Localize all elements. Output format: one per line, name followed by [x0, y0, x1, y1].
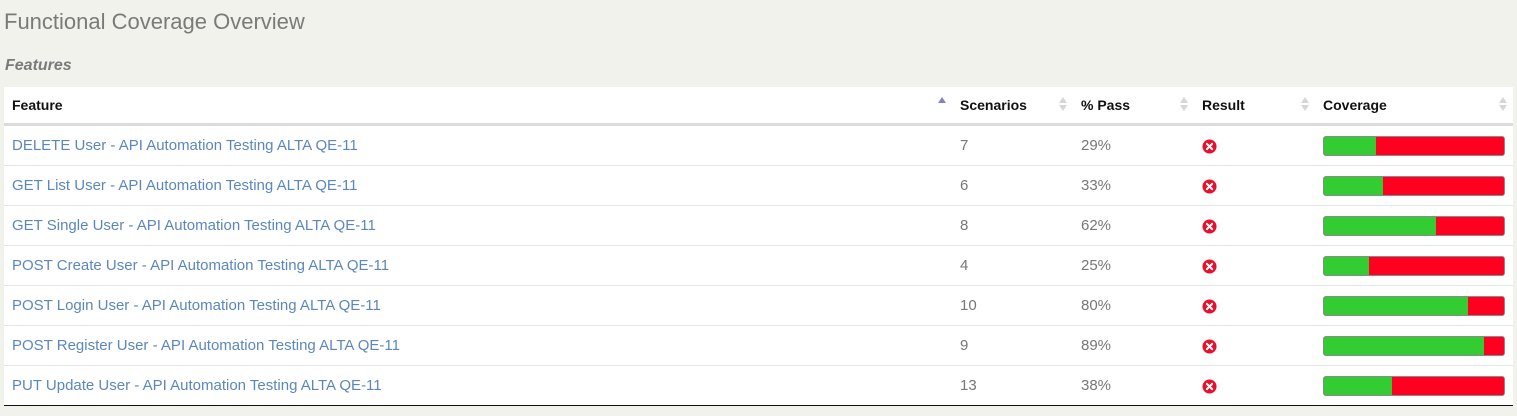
scenarios-cell: 4 [952, 245, 1073, 286]
feature-link[interactable]: DELETE User - API Automation Testing ALT… [12, 137, 358, 154]
feature-cell: GET Single User - API Automation Testing… [4, 205, 952, 246]
error-circle-icon [1202, 379, 1217, 394]
coverage-bar-fail [1392, 376, 1504, 395]
coverage-bar-pass [1324, 296, 1468, 315]
column-header-feature-label: Feature [12, 97, 63, 113]
column-header-result[interactable]: Result [1194, 87, 1315, 126]
result-cell [1194, 325, 1315, 366]
coverage-bar-fail [1484, 336, 1504, 355]
pass-percent-cell: 33% [1073, 165, 1194, 206]
sort-icon [1180, 96, 1188, 112]
feature-cell: POST Register User - API Automation Test… [4, 325, 952, 366]
table-header-row: Feature Scenarios % Pass Result Coverage [4, 87, 1513, 126]
column-header-scenarios[interactable]: Scenarios [952, 87, 1073, 126]
coverage-bar [1323, 255, 1505, 276]
table-row: POST Login User - API Automation Testing… [4, 285, 1513, 326]
scenarios-cell: 6 [952, 165, 1073, 206]
scenarios-cell: 10 [952, 285, 1073, 326]
error-circle-icon [1202, 259, 1217, 274]
sort-ascending-icon [938, 96, 946, 112]
scenarios-cell: 9 [952, 325, 1073, 366]
feature-link[interactable]: POST Create User - API Automation Testin… [12, 257, 389, 274]
pass-percent-cell: 62% [1073, 205, 1194, 246]
column-header-pass[interactable]: % Pass [1073, 87, 1194, 126]
page-title: Functional Coverage Overview [4, 9, 305, 34]
coverage-bar-fail [1435, 216, 1504, 235]
column-header-pass-label: % Pass [1081, 97, 1131, 113]
error-circle-icon [1202, 139, 1217, 154]
coverage-bar-pass [1324, 336, 1485, 355]
coverage-bar [1323, 375, 1505, 396]
pass-percent-cell: 25% [1073, 245, 1194, 286]
coverage-cell [1315, 285, 1513, 326]
column-header-result-label: Result [1202, 97, 1245, 113]
table-row: GET Single User - API Automation Testing… [4, 205, 1513, 246]
error-circle-icon [1202, 299, 1217, 314]
table-row: GET List User - API Automation Testing A… [4, 165, 1513, 206]
feature-cell: DELETE User - API Automation Testing ALT… [4, 125, 952, 166]
table-row: POST Create User - API Automation Testin… [4, 245, 1513, 286]
coverage-bar-pass [1324, 256, 1369, 275]
coverage-cell [1315, 165, 1513, 206]
table-row: DELETE User - API Automation Testing ALT… [4, 125, 1513, 166]
coverage-cell [1315, 325, 1513, 366]
column-header-scenarios-label: Scenarios [960, 97, 1027, 113]
coverage-bar-fail [1369, 256, 1504, 275]
feature-link[interactable]: PUT Update User - API Automation Testing… [12, 377, 382, 394]
result-cell [1194, 285, 1315, 326]
coverage-bar-pass [1324, 176, 1384, 195]
coverage-bar [1323, 295, 1505, 316]
result-cell [1194, 245, 1315, 286]
coverage-bar-fail [1468, 296, 1504, 315]
coverage-cell [1315, 205, 1513, 246]
feature-link[interactable]: GET List User - API Automation Testing A… [12, 177, 357, 194]
column-header-coverage[interactable]: Coverage [1315, 87, 1513, 126]
error-circle-icon [1202, 339, 1217, 354]
pass-percent-cell: 89% [1073, 325, 1194, 366]
sort-icon [1059, 96, 1067, 112]
coverage-bar [1323, 335, 1505, 356]
pass-percent-cell: 29% [1081, 137, 1112, 154]
coverage-bar-fail [1383, 176, 1504, 195]
scenarios-cell: 7 [960, 137, 969, 154]
feature-cell: POST Login User - API Automation Testing… [4, 285, 952, 326]
feature-cell: GET List User - API Automation Testing A… [4, 165, 952, 206]
result-cell [1194, 205, 1315, 246]
coverage-bar-fail [1376, 136, 1504, 155]
coverage-cell [1315, 125, 1513, 166]
table-row: POST Register User - API Automation Test… [4, 325, 1513, 366]
coverage-bar [1323, 215, 1505, 236]
coverage-bar [1323, 135, 1505, 156]
scenarios-cell: 13 [952, 365, 1073, 405]
section-title: Features [5, 57, 72, 74]
feature-link[interactable]: POST Register User - API Automation Test… [12, 337, 400, 354]
coverage-bar-pass [1324, 136, 1377, 155]
scenarios-cell: 8 [952, 205, 1073, 246]
features-table: Feature Scenarios % Pass Result Coverage [4, 87, 1513, 406]
sort-icon [1301, 96, 1309, 112]
error-circle-icon [1202, 219, 1217, 234]
result-cell [1194, 365, 1315, 405]
column-header-feature[interactable]: Feature [4, 87, 952, 126]
column-header-coverage-label: Coverage [1323, 97, 1387, 113]
sort-icon [1499, 96, 1507, 112]
result-cell [1194, 165, 1315, 206]
result-cell [1194, 125, 1315, 166]
table-row: PUT Update User - API Automation Testing… [4, 365, 1513, 405]
coverage-bar [1323, 175, 1505, 196]
feature-cell: PUT Update User - API Automation Testing… [4, 365, 952, 405]
feature-cell: POST Create User - API Automation Testin… [4, 245, 952, 286]
feature-link[interactable]: GET Single User - API Automation Testing… [12, 217, 376, 234]
coverage-cell [1315, 365, 1513, 405]
pass-percent-cell: 80% [1073, 285, 1194, 326]
coverage-bar-pass [1324, 376, 1393, 395]
coverage-cell [1315, 245, 1513, 286]
pass-percent-cell: 38% [1073, 365, 1194, 405]
feature-link[interactable]: POST Login User - API Automation Testing… [12, 297, 381, 314]
error-circle-icon [1202, 179, 1217, 194]
coverage-bar-pass [1324, 216, 1436, 235]
